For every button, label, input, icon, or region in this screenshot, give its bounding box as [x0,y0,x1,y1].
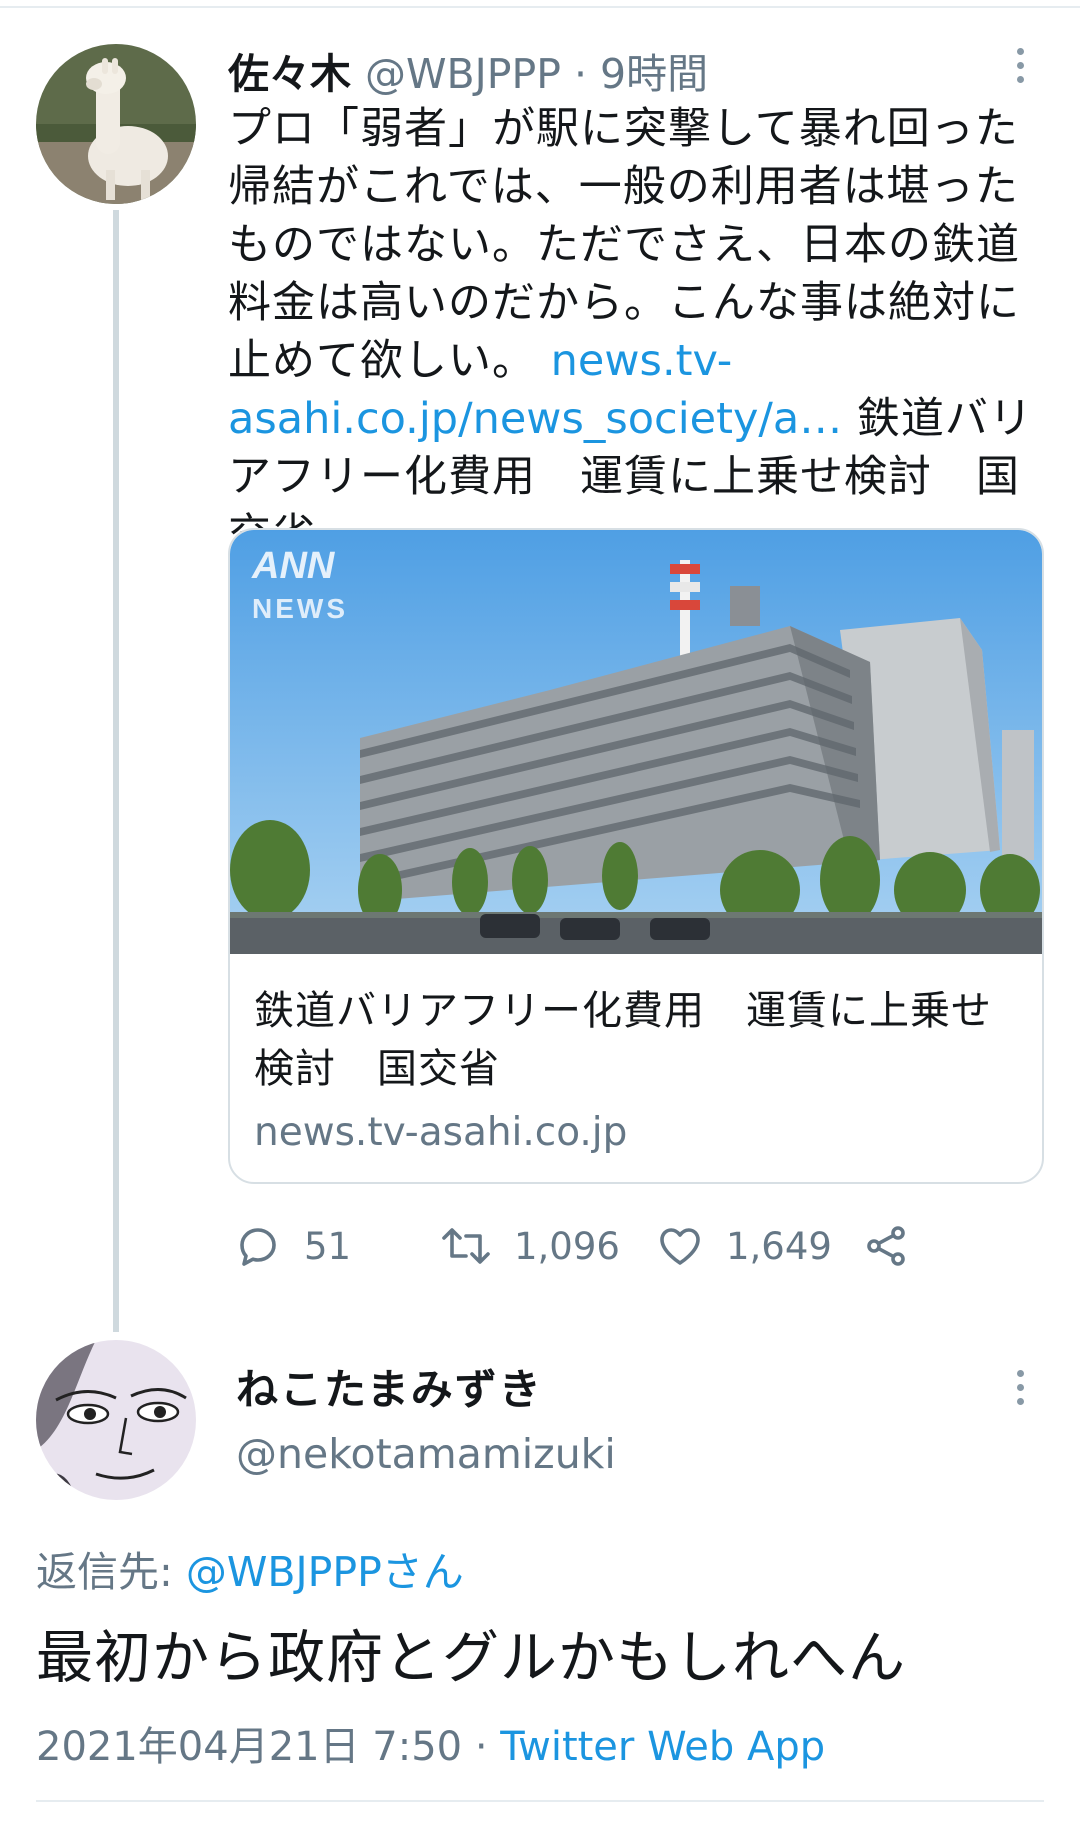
share-button[interactable] [862,1218,910,1274]
tweet1-action-bar: 51 1,096 1,649 [228,1218,1048,1274]
retweet-icon [442,1228,490,1264]
tweet2-handle[interactable]: @nekotamamizuki [236,1430,616,1478]
card-image: ANN NEWS [230,530,1042,954]
reply-button[interactable]: 51 [234,1218,351,1274]
tweet2-timestamp[interactable]: 2021年04月21日 7:50 [36,1724,462,1770]
like-count: 1,649 [726,1224,832,1268]
reply-to-prefix: 返信先: [36,1548,186,1596]
tweet2-display-name[interactable]: ねこたまみずき [236,1356,543,1417]
tweet2-meta: 2021年04月21日 7:50 · Twitter Web App [36,1714,825,1772]
thread-connector-line [113,210,119,1332]
tweet1-display-name[interactable]: 佐々木 [228,40,351,100]
tweet1-text: プロ「弱者」が駅に突撃して暴れ回った帰結がこれでは、一般の利用者は堪ったものでは… [228,100,1048,564]
share-icon [867,1226,905,1266]
top-divider [0,6,1080,8]
bottom-divider [36,1800,1044,1802]
card-title: 鉄道バリアフリー化費用 運賃に上乗せ検討 国交省 [254,988,992,1092]
card-image-logo-sub: NEWS [252,593,348,624]
link-preview-card[interactable]: ANN NEWS 鉄道バリアフリー化費用 運賃に上乗せ検討 国交省 news.t… [228,528,1044,1184]
retweet-count: 1,096 [514,1224,620,1268]
retweet-button[interactable]: 1,096 [440,1218,620,1274]
reply-icon [240,1228,276,1266]
avatar-nekotamamizuki[interactable] [36,1340,196,1500]
card-image-logo: ANN [251,545,336,587]
tweet1-handle-time[interactable]: @WBJPPP · 9時間 [365,40,708,100]
more-vertical-icon[interactable] [1000,1362,1040,1412]
card-domain: news.tv-asahi.co.jp [254,1110,628,1155]
tweet2-text: 最初から政府とグルかもしれへん [36,1625,906,1691]
like-icon [660,1228,700,1265]
reply-to-line: 返信先: @WBJPPPさん [36,1538,464,1598]
like-button[interactable]: 1,649 [656,1218,832,1274]
tweet1-header: 佐々木 @WBJPPP · 9時間 [228,40,708,100]
avatar-sasaki[interactable] [36,44,196,204]
reply-count: 51 [304,1224,352,1268]
tweet2-source-app[interactable]: Twitter Web App [500,1724,825,1770]
reply-to-mention[interactable]: @WBJPPPさん [186,1548,464,1596]
more-vertical-icon[interactable] [1000,40,1040,90]
meta-separator: · [462,1724,501,1770]
